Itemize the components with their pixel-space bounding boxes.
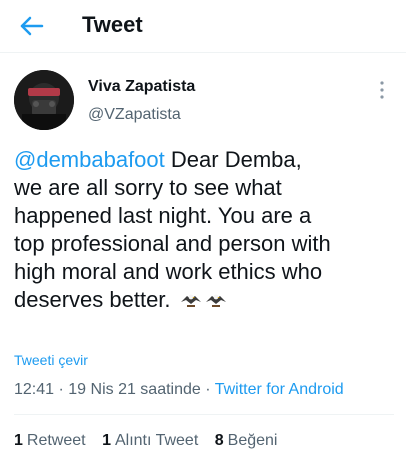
likes-label: Beğeni: [227, 432, 278, 449]
quote-tweets-label: Alıntı Tweet: [114, 432, 199, 449]
tweet-text-line: we are all sorry to see what: [14, 175, 282, 200]
back-arrow-icon[interactable]: [18, 12, 46, 40]
tweet-text-line: Dear Demba,: [164, 147, 302, 172]
tweet-time: 12:41: [14, 381, 55, 398]
tweet-source-link[interactable]: Twitter for Android: [215, 381, 344, 398]
eagle-icon: [180, 294, 201, 307]
tweet-text: @dembabafoot Dear Demba, we are all sorr…: [14, 146, 398, 314]
tweet-detail-page: Tweet Viva Zapatista @VZapatista @dembab…: [0, 0, 406, 457]
likes-count: 8: [214, 432, 224, 449]
more-options-icon[interactable]: [376, 80, 388, 100]
divider: [0, 52, 406, 53]
tweet-stats: 1 Retweet 1 Alıntı Tweet 8 Beğeni: [14, 432, 289, 450]
quote-tweets-stat[interactable]: 1 Alıntı Tweet: [102, 432, 198, 450]
retweets-count: 1: [14, 432, 23, 449]
tweet-text-line: happened last night. You are a: [14, 203, 312, 228]
retweets-stat[interactable]: 1 Retweet: [14, 432, 86, 450]
quote-tweets-count: 1: [102, 432, 111, 449]
author-name[interactable]: Viva Zapatista: [88, 78, 195, 96]
tweet-date: 19 Nis 21 saatinde: [68, 381, 201, 398]
tweet-text-line: high moral and work ethics who: [14, 259, 323, 284]
meta-separator: ·: [54, 381, 69, 398]
tweet-meta: 12:41 · 19 Nis 21 saatinde · Twitter for…: [14, 381, 344, 399]
likes-stat[interactable]: 8 Beğeni: [215, 432, 278, 450]
tweet-text-line: deserves better.: [14, 287, 171, 312]
avatar-image: [14, 70, 74, 130]
divider: [14, 414, 394, 415]
top-bar: Tweet: [0, 0, 406, 52]
avatar[interactable]: [14, 70, 74, 130]
mention-link[interactable]: @dembabafoot: [14, 147, 165, 172]
author-handle[interactable]: @VZapatista: [88, 106, 181, 124]
eagle-icon: [205, 294, 226, 307]
tweet-text-line: top professional and person with: [14, 231, 331, 256]
meta-separator: ·: [200, 381, 215, 398]
retweets-label: Retweet: [26, 432, 86, 449]
page-title: Tweet: [82, 12, 143, 37]
translate-tweet-link[interactable]: Tweeti çevir: [14, 352, 88, 368]
